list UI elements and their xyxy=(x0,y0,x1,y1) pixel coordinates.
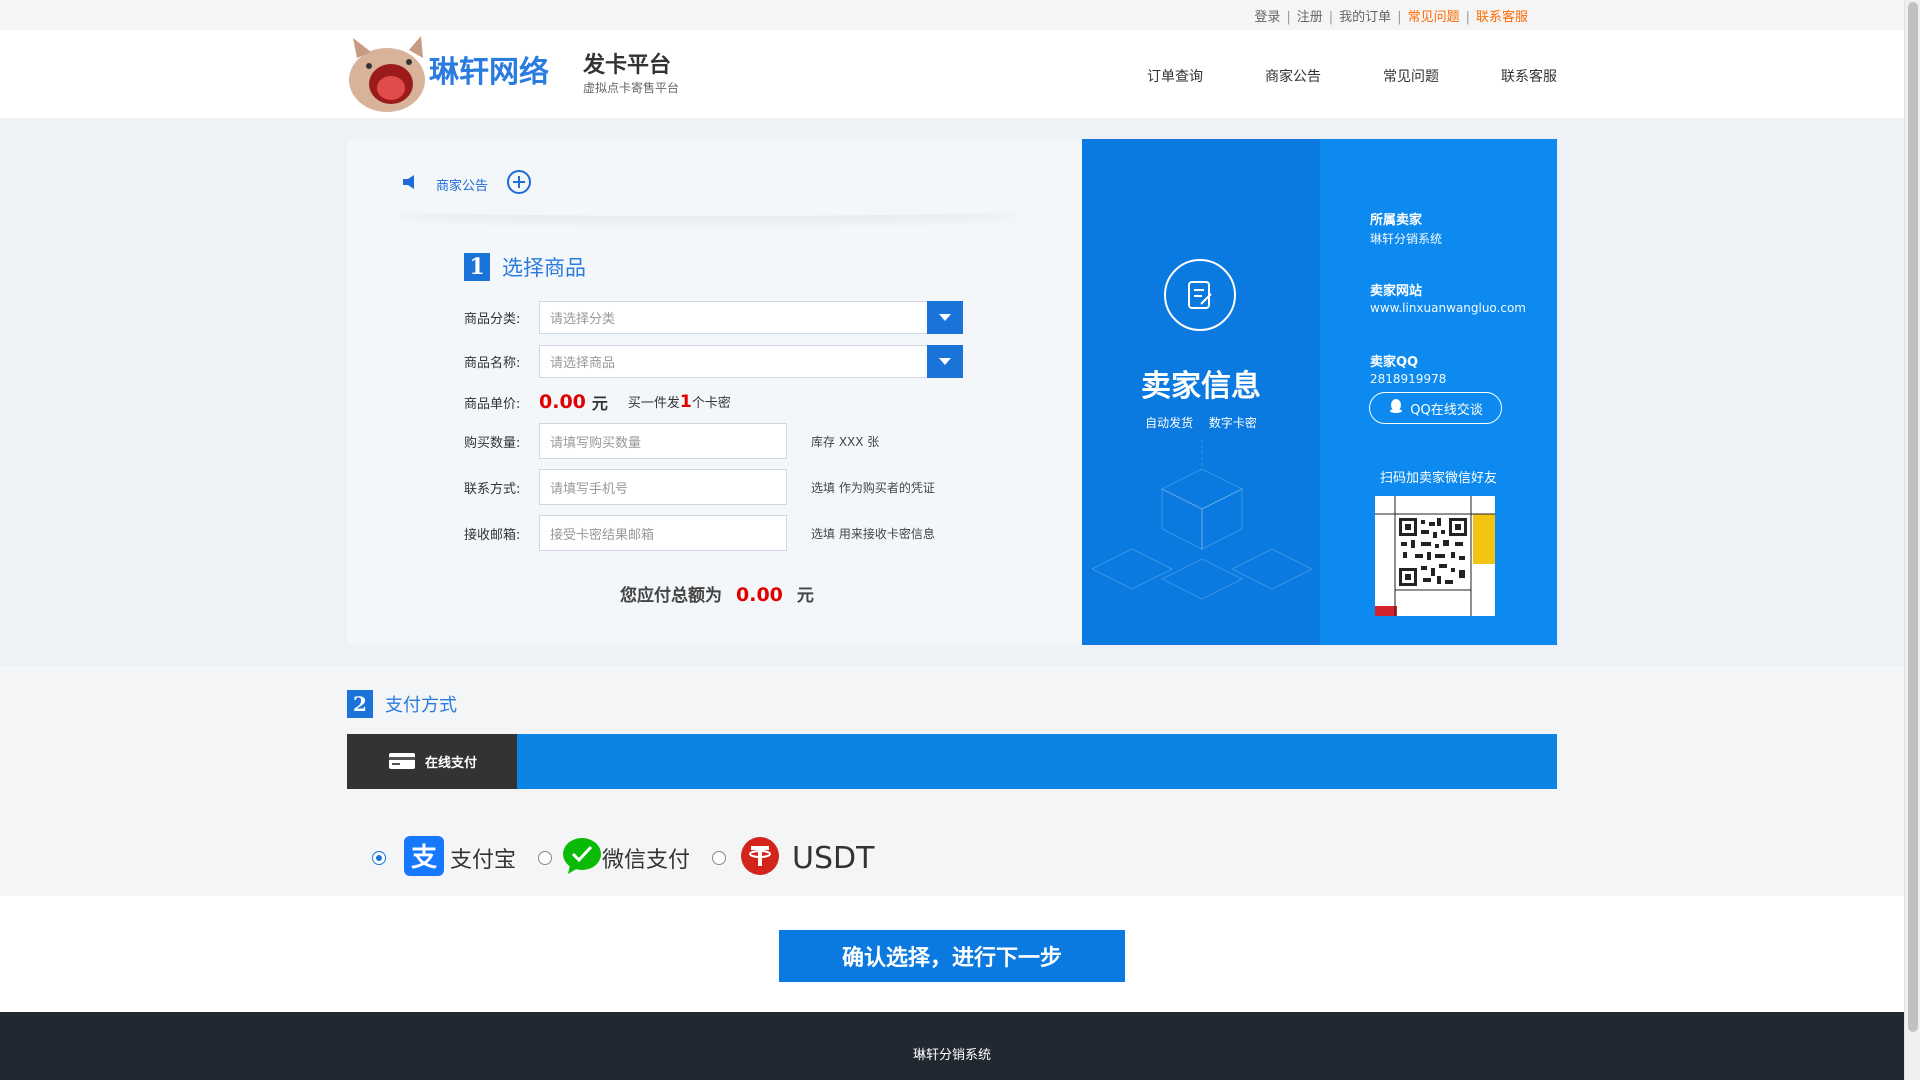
usdt-icon xyxy=(740,836,780,880)
top-links: 登录 | 注册 | 我的订单 | 常见问题 | 联系客服 xyxy=(1254,10,1528,25)
nav-announcements[interactable]: 商家公告 xyxy=(1265,66,1321,86)
unit-price: 0.00 xyxy=(539,391,586,413)
contact-row: 联系方式: 请填写手机号 选填 作为购买者的凭证 xyxy=(464,469,935,505)
login-link[interactable]: 登录 xyxy=(1254,10,1280,25)
tag-digital-card: 数字卡密 xyxy=(1208,416,1257,430)
stock-hint: 库存 XXX 张 xyxy=(811,434,880,449)
wechat-pay-label: 微信支付 xyxy=(602,848,691,873)
product-row: 商品名称: 请选择商品 xyxy=(464,345,963,378)
tag-auto-delivery: 自动发货 xyxy=(1145,416,1194,430)
payment-methods: 支 支付宝 微信支付 USDT xyxy=(372,836,896,880)
category-label: 商品分类: xyxy=(464,312,521,327)
register-link[interactable]: 注册 xyxy=(1297,10,1323,25)
credit-card-icon xyxy=(387,749,417,775)
alipay-radio[interactable] xyxy=(372,851,386,865)
wechat-qr-code xyxy=(1375,496,1495,616)
logo-main: 琳轩网络 xyxy=(429,55,549,90)
my-orders-link[interactable]: 我的订单 xyxy=(1339,10,1391,25)
site-logo[interactable]: 琳轩网络 发卡平台 虚拟点卡寄售平台 xyxy=(347,36,707,114)
step1-title: 1 选择商品 xyxy=(464,252,586,282)
seller-tags: 自动发货 数字卡密 xyxy=(1082,414,1320,431)
seller-info-panel: 卖家信息 自动发货 数字卡密 所属卖家 琳轩分销系统 卖家网站 www.linx… xyxy=(1082,139,1557,645)
step1-number: 1 xyxy=(464,253,490,281)
page-scrollbar[interactable] xyxy=(1904,0,1920,1080)
scrollbar-thumb[interactable] xyxy=(1908,2,1918,1032)
seller-site-link[interactable]: www.linxuanwangluo.com xyxy=(1370,301,1526,315)
price-row: 商品单价: 0.00 元 买一件发1个卡密 xyxy=(464,390,731,414)
method-wechat-pay[interactable]: 微信支付 xyxy=(538,837,690,879)
seller-title: 卖家信息 xyxy=(1141,369,1261,404)
decorative-cubes xyxy=(1092,439,1312,600)
notice-bar: 商家公告 xyxy=(402,169,532,199)
seller-owner: 所属卖家 琳轩分销系统 xyxy=(1370,213,1443,246)
buy-tip: 买一件发1个卡密 xyxy=(627,392,731,412)
notice-divider xyxy=(392,204,1022,216)
nav-order-query[interactable]: 订单查询 xyxy=(1147,66,1203,86)
tab-online-payment[interactable]: 在线支付 xyxy=(347,734,517,789)
qq-icon xyxy=(1388,398,1404,418)
faq-link[interactable]: 常见问题 xyxy=(1408,10,1460,25)
svg-text:发卡平台: 发卡平台 xyxy=(582,52,671,78)
main-nav: 订单查询 商家公告 常见问题 联系客服 xyxy=(1147,66,1557,86)
wechat-pay-radio[interactable] xyxy=(538,851,553,865)
header: 琳轩网络 发卡平台 虚拟点卡寄售平台 订单查询 商家公告 常见问题 联系客服 xyxy=(0,30,1920,118)
step1-label: 选择商品 xyxy=(502,256,586,280)
step2-number: 2 xyxy=(347,690,373,718)
svg-text:虚拟点卡寄售平台: 虚拟点卡寄售平台 xyxy=(583,80,679,95)
total-value: 0.00 xyxy=(736,584,783,606)
method-usdt[interactable]: USDT xyxy=(712,836,874,880)
svg-text:支: 支 xyxy=(411,843,437,873)
email-hint: 选填 用来接收卡密信息 xyxy=(811,526,935,541)
qq-chat-button[interactable]: QQ在线交谈 xyxy=(1369,392,1502,424)
product-select[interactable]: 请选择商品 xyxy=(539,345,963,378)
confirm-next-button[interactable]: 确认选择，进行下一步 xyxy=(779,930,1125,982)
total-unit: 元 xyxy=(796,586,814,606)
quantity-input[interactable]: 请填写购买数量 xyxy=(539,423,787,459)
plus-circle-icon[interactable] xyxy=(506,169,532,199)
quantity-label: 购买数量: xyxy=(464,435,521,451)
method-alipay[interactable]: 支 支付宝 xyxy=(372,836,516,880)
nav-support[interactable]: 联系客服 xyxy=(1501,66,1557,86)
document-icon xyxy=(1164,259,1236,331)
support-link[interactable]: 联系客服 xyxy=(1476,10,1528,25)
quantity-row: 购买数量: 请填写购买数量 库存 XXX 张 xyxy=(464,423,879,459)
chevron-down-icon[interactable] xyxy=(927,345,963,378)
product-label: 商品名称: xyxy=(464,356,521,371)
footer-text: 琳轩分销系统 xyxy=(912,1048,991,1063)
email-input[interactable]: 接受卡密结果邮箱 xyxy=(539,515,787,551)
payment-tab-bar xyxy=(347,734,1557,789)
usdt-label: USDT xyxy=(792,840,875,876)
nav-faq[interactable]: 常见问题 xyxy=(1383,66,1439,86)
contact-label: 联系方式: xyxy=(464,481,521,497)
wechat-tip: 扫码加卖家微信好友 xyxy=(1379,471,1497,486)
top-bar: 登录 | 注册 | 我的订单 | 常见问题 | 联系客服 xyxy=(0,0,1920,30)
usdt-radio[interactable] xyxy=(712,851,727,865)
cards-per-item: 1 xyxy=(679,392,692,412)
alipay-icon: 支 xyxy=(404,836,444,880)
step2-title: 2 支付方式 xyxy=(347,690,457,718)
seller-site: 卖家网站 www.linxuanwangluo.com xyxy=(1370,284,1526,315)
order-form-panel: 商家公告 1 选择商品 商品分类: 请选择分类 商品名称: 请选择商品 商品单价… xyxy=(347,139,1082,645)
price-label: 商品单价: xyxy=(464,396,521,412)
seller-qq: 卖家QQ 2818919978 xyxy=(1370,355,1447,386)
category-row: 商品分类: 请选择分类 xyxy=(464,301,963,334)
total-amount: 您应付总额为 0.00 元 xyxy=(620,581,814,606)
category-select[interactable]: 请选择分类 xyxy=(539,301,963,334)
notice-label[interactable]: 商家公告 xyxy=(436,175,488,194)
phone-input[interactable]: 请填写手机号 xyxy=(539,469,787,505)
speaker-icon xyxy=(402,174,418,194)
total-label: 您应付总额为 xyxy=(620,586,722,606)
contact-hint: 选填 作为购买者的凭证 xyxy=(811,480,935,495)
product-placeholder: 请选择商品 xyxy=(550,356,616,371)
wechat-pay-icon xyxy=(562,837,602,879)
price-unit: 元 xyxy=(591,394,608,413)
step2-label: 支付方式 xyxy=(385,695,457,716)
alipay-label: 支付宝 xyxy=(450,848,517,873)
email-label: 接收邮箱: xyxy=(464,527,521,543)
email-row: 接收邮箱: 接受卡密结果邮箱 选填 用来接收卡密信息 xyxy=(464,515,935,551)
category-placeholder: 请选择分类 xyxy=(550,312,616,327)
chevron-down-icon[interactable] xyxy=(927,301,963,334)
footer: 琳轩分销系统 xyxy=(0,1012,1904,1080)
